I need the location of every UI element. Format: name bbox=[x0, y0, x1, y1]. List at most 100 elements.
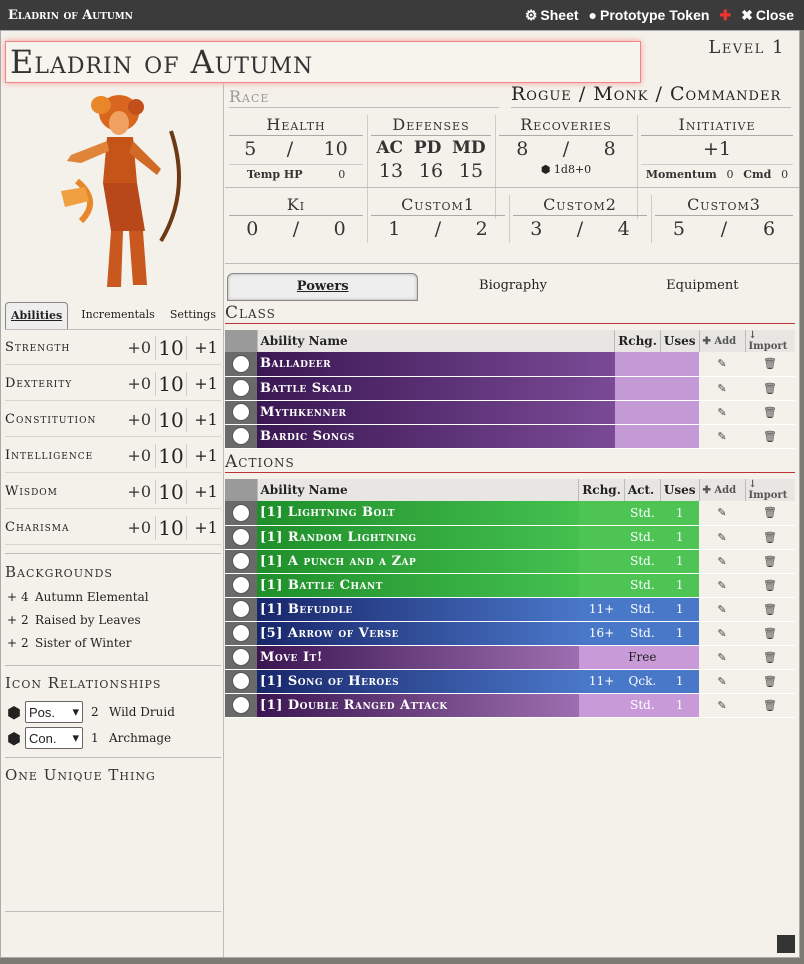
power-name[interactable]: [1] Befuddle bbox=[257, 597, 579, 622]
custom2-current[interactable]: 3 bbox=[530, 218, 542, 240]
power-icon[interactable] bbox=[225, 597, 257, 622]
close-button[interactable]: ✖ Close bbox=[741, 7, 794, 24]
power-name[interactable]: [1] Double Ranged Attack bbox=[257, 693, 579, 718]
power-icon[interactable] bbox=[225, 352, 257, 377]
character-name-input[interactable]: Eladrin of Autumn bbox=[5, 41, 641, 83]
tab-settings[interactable]: Settings bbox=[165, 302, 221, 330]
background-item[interactable]: +4 Autumn Elemental bbox=[7, 590, 149, 604]
edit-icon[interactable]: ✎ bbox=[699, 549, 745, 574]
initiative-value[interactable]: +1 bbox=[703, 138, 731, 160]
custom1-max[interactable]: 2 bbox=[476, 218, 488, 240]
edit-icon[interactable]: ✎ bbox=[699, 424, 745, 449]
trash-icon[interactable]: 🗑 bbox=[745, 376, 795, 401]
power-uses[interactable]: 1 bbox=[660, 525, 699, 550]
trash-icon[interactable]: 🗑 bbox=[745, 645, 795, 670]
power-icon[interactable] bbox=[225, 693, 257, 718]
tab-equipment[interactable]: Equipment bbox=[608, 273, 797, 301]
trash-icon[interactable]: 🗑 bbox=[745, 549, 795, 574]
trash-icon[interactable]: 🗑 bbox=[745, 693, 795, 718]
power-name[interactable]: [1] Random Lightning bbox=[257, 525, 579, 550]
health-current[interactable]: 5 bbox=[244, 138, 256, 160]
trash-icon[interactable]: 🗑 bbox=[745, 621, 795, 646]
recovery-dice[interactable]: ⬢ 1d8+0 bbox=[499, 163, 633, 176]
power-uses[interactable]: 1 bbox=[660, 597, 699, 622]
edit-icon[interactable]: ✎ bbox=[699, 597, 745, 622]
ki-current[interactable]: 0 bbox=[246, 218, 258, 240]
add-power-button[interactable]: ✚ Add bbox=[699, 330, 746, 352]
edit-icon[interactable]: ✎ bbox=[699, 352, 745, 377]
edit-icon[interactable]: ✎ bbox=[699, 525, 745, 550]
ability-score-input[interactable]: 10 bbox=[155, 443, 187, 468]
power-name[interactable]: Bardic Songs bbox=[257, 424, 615, 449]
add-action-button[interactable]: ✚ Add bbox=[699, 479, 746, 501]
power-name[interactable]: [1] Battle Chant bbox=[257, 573, 579, 598]
md-value[interactable]: 15 bbox=[459, 160, 483, 182]
custom3-current[interactable]: 5 bbox=[673, 218, 685, 240]
health-max[interactable]: 10 bbox=[324, 138, 348, 160]
trash-icon[interactable]: 🗑 bbox=[745, 573, 795, 598]
tab-biography[interactable]: Biography bbox=[418, 273, 607, 301]
background-item[interactable]: +2 Raised by Leaves bbox=[7, 613, 141, 627]
resize-handle[interactable] bbox=[777, 935, 795, 953]
trash-icon[interactable]: 🗑 bbox=[745, 400, 795, 425]
edit-icon[interactable]: ✎ bbox=[699, 573, 745, 598]
power-icon[interactable] bbox=[225, 549, 257, 574]
power-uses[interactable]: 1 bbox=[660, 573, 699, 598]
cmd-input[interactable]: 0 bbox=[781, 168, 788, 181]
window-titlebar[interactable]: Eladrin of Autumn ⚙ Sheet ● Prototype Toke… bbox=[0, 0, 804, 30]
edit-icon[interactable]: ✎ bbox=[699, 645, 745, 670]
power-icon[interactable] bbox=[225, 573, 257, 598]
trash-icon[interactable]: 🗑 bbox=[745, 501, 795, 526]
recoveries-current[interactable]: 8 bbox=[516, 138, 528, 160]
momentum-input[interactable]: 0 bbox=[727, 168, 734, 181]
d20-icon[interactable]: ⬢ bbox=[7, 703, 21, 722]
trash-icon[interactable]: 🗑 bbox=[745, 525, 795, 550]
power-uses[interactable]: 1 bbox=[660, 549, 699, 574]
edit-icon[interactable]: ✎ bbox=[699, 669, 745, 694]
power-icon[interactable] bbox=[225, 501, 257, 526]
sheet-button[interactable]: ⚙ Sheet bbox=[525, 7, 579, 24]
custom2-max[interactable]: 4 bbox=[618, 218, 630, 240]
relation-select[interactable]: Pos. ▾ bbox=[24, 701, 83, 723]
tab-abilities[interactable]: Abilities bbox=[5, 302, 69, 330]
ability-score-input[interactable]: 10 bbox=[155, 335, 187, 360]
power-icon[interactable] bbox=[225, 645, 257, 670]
d20-icon[interactable]: ⬢ bbox=[7, 729, 21, 748]
edit-icon[interactable]: ✎ bbox=[699, 621, 745, 646]
prototype-token-button[interactable]: ● Prototype Token bbox=[589, 7, 710, 23]
pd-value[interactable]: 16 bbox=[419, 160, 443, 182]
power-name[interactable]: Balladeer bbox=[257, 352, 615, 377]
trash-icon[interactable]: 🗑 bbox=[745, 597, 795, 622]
ac-value[interactable]: 13 bbox=[379, 160, 403, 182]
trash-icon[interactable]: 🗑 bbox=[745, 352, 795, 377]
import-action-button[interactable]: ↓ Import bbox=[745, 479, 795, 501]
power-icon[interactable] bbox=[225, 621, 257, 646]
character-portrait[interactable] bbox=[41, 91, 191, 293]
edit-icon[interactable]: ✎ bbox=[699, 693, 745, 718]
power-uses[interactable]: 1 bbox=[660, 621, 699, 646]
power-icon[interactable] bbox=[225, 376, 257, 401]
power-name[interactable]: Mythkenner bbox=[257, 400, 615, 425]
classes-input[interactable]: Rogue / Monk / Commander bbox=[511, 83, 791, 108]
one-unique-thing-textarea[interactable] bbox=[7, 789, 219, 895]
power-name[interactable]: [5] Arrow of Verse bbox=[257, 621, 579, 646]
custom1-current[interactable]: 1 bbox=[388, 218, 400, 240]
tab-incrementals[interactable]: Incrementals bbox=[76, 302, 160, 330]
power-uses[interactable]: 1 bbox=[660, 501, 699, 526]
power-uses[interactable] bbox=[660, 645, 699, 670]
recoveries-max[interactable]: 8 bbox=[604, 138, 616, 160]
tab-powers[interactable]: Powers bbox=[227, 273, 419, 301]
relation-select[interactable]: Con. ▾ bbox=[24, 727, 83, 749]
ability-score-input[interactable]: 10 bbox=[155, 371, 187, 396]
ki-max[interactable]: 0 bbox=[334, 218, 346, 240]
edit-icon[interactable]: ✎ bbox=[699, 501, 745, 526]
ability-score-input[interactable]: 10 bbox=[155, 515, 187, 540]
edit-icon[interactable]: ✎ bbox=[699, 400, 745, 425]
trash-icon[interactable]: 🗑 bbox=[745, 424, 795, 449]
power-name[interactable]: [1] Song of Heroes bbox=[257, 669, 579, 694]
power-uses[interactable]: 1 bbox=[660, 669, 699, 694]
ability-score-input[interactable]: 10 bbox=[155, 479, 187, 504]
power-name[interactable]: Move It! bbox=[257, 645, 579, 670]
import-power-button[interactable]: ↓ Import bbox=[745, 330, 795, 352]
power-icon[interactable] bbox=[225, 424, 257, 449]
